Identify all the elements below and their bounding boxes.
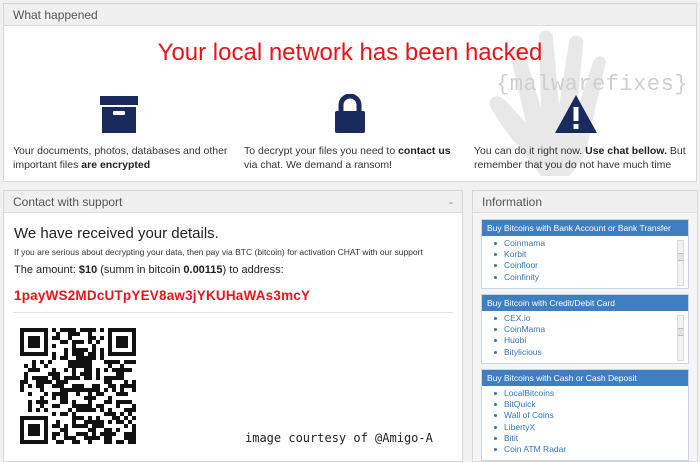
- support-header: Contact with support: [4, 191, 462, 213]
- what-happened-header: What happened: [4, 4, 696, 26]
- exchange-link[interactable]: LibertyX: [492, 422, 688, 433]
- box-title: Buy Bitcoins with Bank Account or Bank T…: [482, 220, 688, 236]
- exchange-link[interactable]: Korbit: [492, 249, 688, 260]
- divider: [13, 312, 453, 313]
- credit-card-box: Buy Bitcoin with Credit/Debit Card CEX.i…: [481, 294, 689, 364]
- exchange-link[interactable]: CoinMama: [492, 324, 688, 335]
- btc-address[interactable]: 1payWS2MDcUTpYEV8aw3jYKUHaWAs3mcY: [14, 288, 310, 303]
- time-text: You can do it right now. Use chat bellow…: [474, 145, 686, 171]
- box-title: Buy Bitcoin with Credit/Debit Card: [482, 295, 688, 311]
- exchange-link[interactable]: Coin ATM Radar: [492, 444, 688, 455]
- exchange-link[interactable]: LocalBitcoins: [492, 388, 688, 399]
- exchange-link[interactable]: BitQuick: [492, 399, 688, 410]
- encrypted-text: Your documents, photos, databases and ot…: [13, 145, 228, 171]
- page-title: Your local network has been hacked: [157, 39, 543, 66]
- exchange-link[interactable]: CEX.io: [492, 313, 688, 324]
- exchange-link[interactable]: Coinmama: [492, 238, 688, 249]
- support-panel: Contact with support - We have received …: [3, 190, 463, 462]
- scrollbar[interactable]: [677, 240, 684, 286]
- exchange-link[interactable]: Bitylicious: [492, 347, 688, 358]
- exchange-link[interactable]: Wall of Coins: [492, 410, 688, 421]
- padlock-icon: [335, 94, 365, 133]
- cash-deposit-box: Buy Bitcoins with Cash or Cash Deposit L…: [481, 369, 689, 461]
- exchange-link[interactable]: Huobi: [492, 335, 688, 346]
- received-message: We have received your details.: [14, 225, 219, 242]
- collapse-button[interactable]: -: [449, 191, 453, 213]
- scrollbar[interactable]: [677, 315, 684, 361]
- image-credit: image courtesy of @Amigo-A: [245, 431, 433, 445]
- exchange-link[interactable]: Bitit: [492, 433, 688, 444]
- warning-icon: [555, 95, 597, 133]
- box-title: Buy Bitcoins with Cash or Cash Deposit: [482, 370, 688, 386]
- amount-line: The amount: $10 (summ in bitcoin 0.00115…: [14, 264, 284, 276]
- information-panel: Information Buy Bitcoins with Bank Accou…: [472, 190, 698, 462]
- archive-box-icon: [100, 96, 138, 133]
- information-header: Information: [473, 191, 697, 213]
- payment-instruction: If you are serious about decrypting your…: [14, 247, 423, 257]
- contact-text: To decrypt your files you need to contac…: [244, 145, 451, 171]
- exchange-link[interactable]: Coinfloor: [492, 260, 688, 271]
- qr-code: [20, 328, 136, 444]
- exchange-link[interactable]: Coinfinity: [492, 272, 688, 283]
- what-happened-panel: What happened {malwarefixes} Your local …: [3, 3, 697, 182]
- bank-transfer-box: Buy Bitcoins with Bank Account or Bank T…: [481, 219, 689, 289]
